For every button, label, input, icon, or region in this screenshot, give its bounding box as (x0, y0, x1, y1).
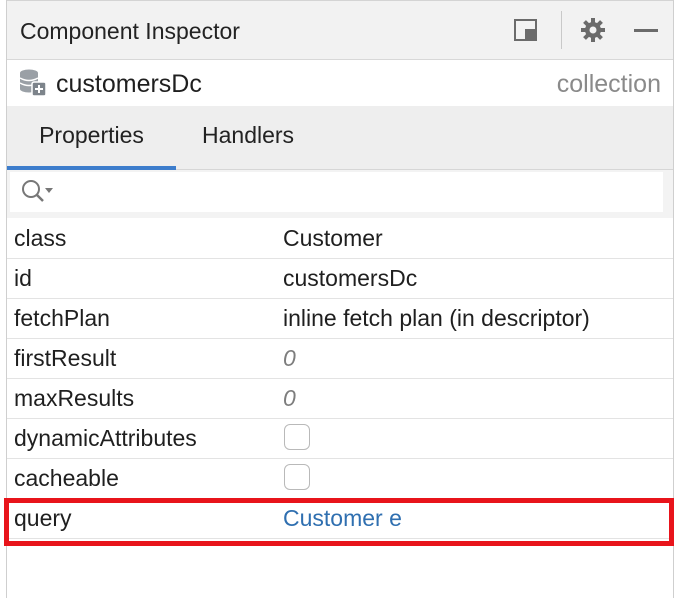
tab-handlers[interactable]: Handlers (202, 106, 294, 170)
search-area (7, 170, 673, 218)
property-name: dynamicAttributes (14, 425, 197, 451)
property-name: id (14, 265, 32, 291)
property-row-dynamicattributes[interactable]: dynamicAttributes (7, 419, 673, 459)
property-value[interactable]: Customer (283, 225, 383, 252)
properties-table: class Customer id customersDc fetchPlan … (7, 219, 673, 539)
search-box (10, 172, 663, 212)
tab-strip: Properties Handlers (7, 106, 673, 170)
cacheable-checkbox[interactable] (284, 464, 310, 490)
property-name: class (14, 225, 67, 251)
property-row-maxresults[interactable]: maxResults 0 (7, 379, 673, 419)
property-name: query (14, 505, 72, 531)
dynamic-attributes-checkbox[interactable] (284, 424, 310, 450)
search-input[interactable] (58, 176, 652, 208)
title-bar: Component Inspector (7, 0, 673, 60)
database-add-icon (18, 68, 48, 98)
property-value[interactable]: 0 (283, 385, 296, 412)
property-row-id[interactable]: id customersDc (7, 259, 673, 299)
component-header: customersDc collection (7, 60, 673, 106)
tab-properties[interactable]: Properties (7, 106, 176, 170)
query-value-link[interactable]: Customer e (283, 505, 402, 532)
restore-layout-icon[interactable] (513, 17, 539, 43)
property-row-firstresult[interactable]: firstResult 0 (7, 339, 673, 379)
property-row-fetchplan[interactable]: fetchPlan inline fetch plan (in descript… (7, 299, 673, 339)
property-name: cacheable (14, 465, 119, 491)
panel-title: Component Inspector (20, 18, 240, 44)
property-name: firstResult (14, 345, 117, 371)
property-row-cacheable[interactable]: cacheable (7, 459, 673, 499)
property-name: maxResults (14, 385, 135, 411)
minimize-icon[interactable] (633, 17, 659, 43)
property-value[interactable]: inline fetch plan (in descriptor) (283, 305, 590, 332)
property-value[interactable]: 0 (283, 345, 296, 372)
component-inspector-panel: Component Inspector customersDc collecti… (6, 0, 674, 598)
gear-icon[interactable] (580, 17, 606, 43)
component-name: customersDc (56, 70, 202, 98)
toolbar-divider (561, 11, 562, 49)
property-value[interactable]: customersDc (283, 265, 417, 292)
search-icon[interactable] (20, 178, 56, 206)
property-name: fetchPlan (14, 305, 110, 331)
property-row-query[interactable]: query Customer e (7, 499, 673, 539)
component-type: collection (556, 70, 661, 98)
property-row-class[interactable]: class Customer (7, 219, 673, 259)
